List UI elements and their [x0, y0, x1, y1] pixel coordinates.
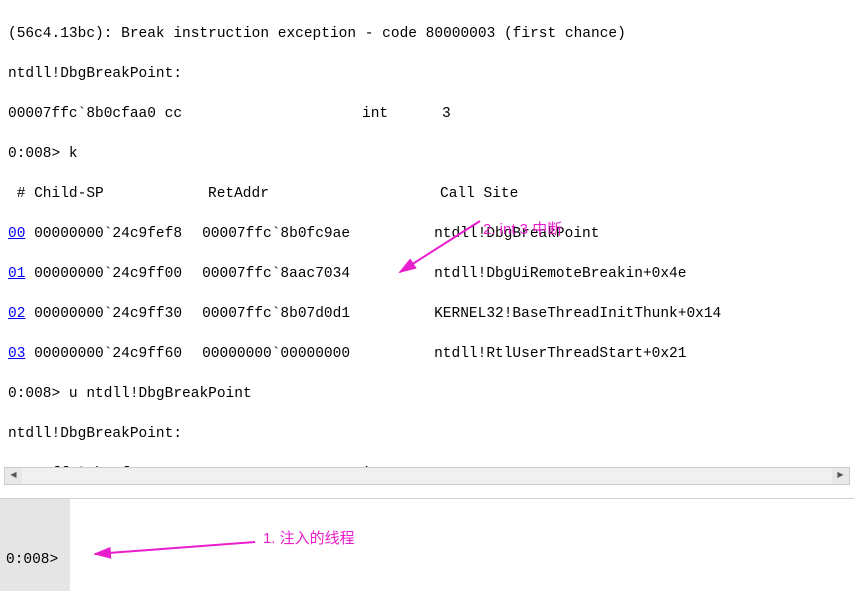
frame-sp: 00000000`24c9ff30	[34, 304, 202, 324]
scroll-track[interactable]	[22, 468, 832, 484]
command-input[interactable]	[70, 499, 854, 591]
frame-ret: 00007ffc`8b07d0d1	[202, 304, 434, 324]
stack-header: # Child-SPRetAddrCall Site	[8, 184, 846, 204]
disasm-line: 00007ffc`8b0cfaa0 ccint3	[8, 104, 846, 124]
command-text: k	[69, 146, 78, 162]
command-prompt: 0:008>	[0, 499, 70, 591]
scroll-left-icon[interactable]: ◀	[5, 468, 22, 484]
col-retaddr: RetAddr	[208, 184, 440, 204]
col-childsp: # Child-SP	[8, 184, 208, 204]
command-line: 0:008> k	[8, 144, 846, 164]
stack-frame: 02 00000000`24c9ff3000007ffc`8b07d0d1KER…	[8, 304, 846, 324]
symbol-line: ntdll!DbgBreakPoint:	[8, 424, 846, 444]
prompt-text: 0:008>	[8, 386, 69, 402]
frame-sp: 00000000`24c9fef8	[34, 224, 202, 244]
frame-site: KERNEL32!BaseThreadInitThunk+0x14	[434, 306, 721, 322]
col-callsite: Call Site	[440, 186, 518, 202]
frame-index-link[interactable]: 01	[8, 266, 25, 282]
command-input-pane: 0:008>	[0, 498, 854, 591]
scroll-right-icon[interactable]: ▶	[832, 468, 849, 484]
command-text: u ntdll!DbgBreakPoint	[69, 386, 252, 402]
symbol-line: ntdll!DbgBreakPoint:	[8, 64, 846, 84]
frame-site: ntdll!DbgUiRemoteBreakin+0x4e	[434, 266, 686, 282]
frame-sp: 00000000`24c9ff00	[34, 264, 202, 284]
horizontal-scrollbar[interactable]: ◀ ▶	[4, 467, 850, 485]
operand-col: 3	[442, 106, 451, 122]
frame-index-link[interactable]: 02	[8, 306, 25, 322]
frame-sp: 00000000`24c9ff60	[34, 344, 202, 364]
frame-ret: 00007ffc`8b0fc9ae	[202, 224, 434, 244]
frame-site: ntdll!RtlUserThreadStart+0x21	[434, 346, 686, 362]
stack-frame: 00 00000000`24c9fef800007ffc`8b0fc9aentd…	[8, 224, 846, 244]
stack-frame: 03 00000000`24c9ff6000000000`00000000ntd…	[8, 344, 846, 364]
exception-line: (56c4.13bc): Break instruction exception…	[8, 24, 846, 44]
frame-index-link[interactable]: 03	[8, 346, 25, 362]
frame-ret: 00007ffc`8aac7034	[202, 264, 434, 284]
frame-ret: 00000000`00000000	[202, 344, 434, 364]
prompt-text: 0:008>	[8, 146, 69, 162]
frame-index-link[interactable]: 00	[8, 226, 25, 242]
addr-col: 00007ffc`8b0cfaa0 cc	[8, 104, 362, 124]
mnemonic-col: int	[362, 104, 442, 124]
stack-frame: 01 00000000`24c9ff0000007ffc`8aac7034ntd…	[8, 264, 846, 284]
command-line: 0:008> u ntdll!DbgBreakPoint	[8, 384, 846, 404]
frame-site: ntdll!DbgBreakPoint	[434, 226, 599, 242]
